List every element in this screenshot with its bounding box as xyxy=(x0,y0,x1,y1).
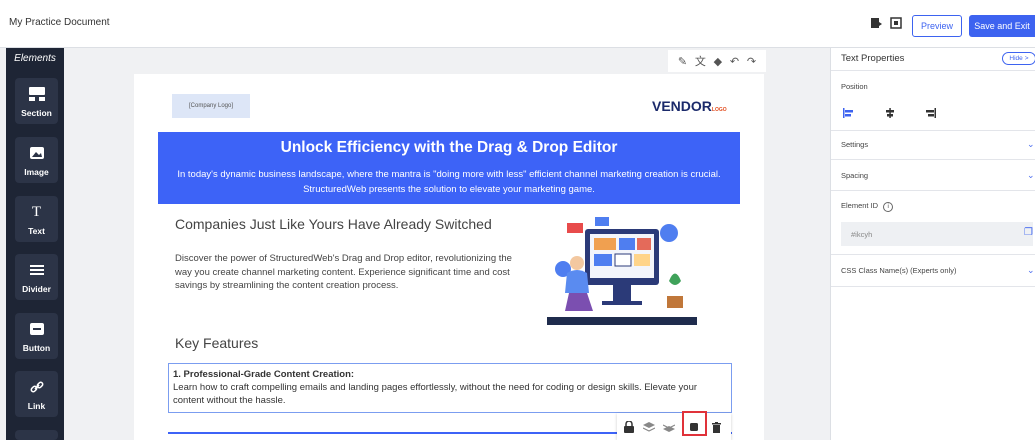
hide-label: Hide xyxy=(1009,55,1023,62)
chevron-right-icon: > xyxy=(1024,55,1029,62)
element-image[interactable]: Image xyxy=(15,137,58,183)
hero-title: Unlock Efficiency with the Drag & Drop E… xyxy=(280,139,618,156)
company-logo-placeholder[interactable]: [Company Logo] xyxy=(172,94,250,118)
element-id-label: Element ID i xyxy=(841,201,894,212)
chevron-down-icon[interactable]: ⌄ xyxy=(1027,170,1035,181)
vendor-logo-text: VENDOR xyxy=(652,98,712,114)
element-id-text: Element ID xyxy=(841,201,879,210)
feature-title: 1. Professional-Grade Content Creation: xyxy=(173,369,355,380)
eraser-icon[interactable]: ◆ xyxy=(714,55,722,68)
element-label: Section xyxy=(21,108,52,118)
section-icon xyxy=(15,84,58,104)
position-label: Position xyxy=(841,82,868,91)
feature-text-block[interactable]: 1. Professional-Grade Content Creation: … xyxy=(168,363,732,413)
settings-section[interactable]: Settings xyxy=(841,140,868,149)
spacing-section[interactable]: Spacing xyxy=(841,171,868,180)
highlight-box xyxy=(682,411,707,436)
image-icon xyxy=(15,143,58,163)
vendor-logo-suffix: LOGO xyxy=(711,107,727,113)
element-link[interactable]: Link xyxy=(15,371,58,417)
element-text[interactable]: T Text xyxy=(15,196,58,242)
divider-icon xyxy=(15,260,58,280)
css-class-section[interactable]: CSS Class Name(s) (Experts only) xyxy=(841,266,956,275)
sidebar-title: Elements xyxy=(14,53,56,64)
element-section[interactable]: Section xyxy=(15,78,58,124)
panel-title: Text Properties xyxy=(841,53,905,64)
divider xyxy=(831,130,1035,131)
divider xyxy=(831,159,1035,160)
divider xyxy=(831,254,1035,255)
element-label: Text xyxy=(28,226,45,236)
divider xyxy=(831,286,1035,287)
copy-icon[interactable]: ❐ xyxy=(1024,227,1033,238)
elements-sidebar: Elements Section Image T Text Divider Bu… xyxy=(6,48,64,440)
fullscreen-icon[interactable] xyxy=(887,14,905,32)
properties-panel: Text Properties Hide > Position Settings… xyxy=(830,48,1035,440)
link-icon xyxy=(15,377,58,397)
undo-icon[interactable]: ↶ xyxy=(730,55,739,68)
element-id-field[interactable]: #ikcyh xyxy=(841,222,1033,246)
element-toolbar xyxy=(617,413,731,440)
history-toolbar: ✎ 文 ◆ ↶ ↷ xyxy=(668,50,766,72)
align-left-icon[interactable] xyxy=(843,105,853,118)
magic-wand-icon[interactable]: ✎ xyxy=(678,55,687,68)
section-heading[interactable]: Companies Just Like Yours Have Already S… xyxy=(175,216,492,232)
features-heading[interactable]: Key Features xyxy=(175,335,258,351)
divider xyxy=(831,70,1035,71)
feature-text: Learn how to craft compelling emails and… xyxy=(173,382,698,406)
chevron-down-icon[interactable]: ⌄ xyxy=(1027,139,1035,150)
element-label: Image xyxy=(24,167,49,177)
chevron-down-icon[interactable]: ⌄ xyxy=(1027,265,1035,276)
element-divider[interactable]: Divider xyxy=(15,254,58,300)
button-icon xyxy=(15,319,58,339)
trash-icon[interactable] xyxy=(709,420,723,434)
translate-icon[interactable]: 文 xyxy=(695,53,706,69)
info-icon: i xyxy=(883,202,894,212)
element-more[interactable] xyxy=(15,430,58,440)
redo-icon[interactable]: ↷ xyxy=(747,55,756,68)
layer-up-icon[interactable] xyxy=(642,420,656,434)
divider xyxy=(831,190,1035,191)
element-label: Link xyxy=(27,401,46,411)
element-label: Divider xyxy=(22,284,51,294)
hero-banner[interactable]: Unlock Efficiency with the Drag & Drop E… xyxy=(158,132,740,204)
layer-down-icon[interactable] xyxy=(662,420,676,434)
element-button[interactable]: Button xyxy=(15,313,58,359)
document-title: My Practice Document xyxy=(9,17,110,28)
align-center-icon[interactable] xyxy=(885,105,895,118)
align-right-icon[interactable] xyxy=(926,105,936,118)
element-label: Button xyxy=(22,343,51,353)
lock-icon[interactable] xyxy=(622,420,636,434)
import-icon[interactable] xyxy=(867,14,885,32)
section-text[interactable]: Discover the power of StructuredWeb's Dr… xyxy=(175,252,525,293)
vendor-logo[interactable]: VENDORLOGO xyxy=(652,98,727,114)
top-bar: My Practice Document Preview Save and Ex… xyxy=(0,0,1035,48)
save-exit-button[interactable]: Save and Exit xyxy=(969,15,1035,37)
hide-panel-button[interactable]: Hide > xyxy=(1002,52,1035,65)
preview-button[interactable]: Preview xyxy=(912,15,962,37)
text-icon: T xyxy=(31,203,42,220)
illustration-image[interactable] xyxy=(547,211,697,325)
hero-text: In today's dynamic business landscape, w… xyxy=(177,169,721,195)
